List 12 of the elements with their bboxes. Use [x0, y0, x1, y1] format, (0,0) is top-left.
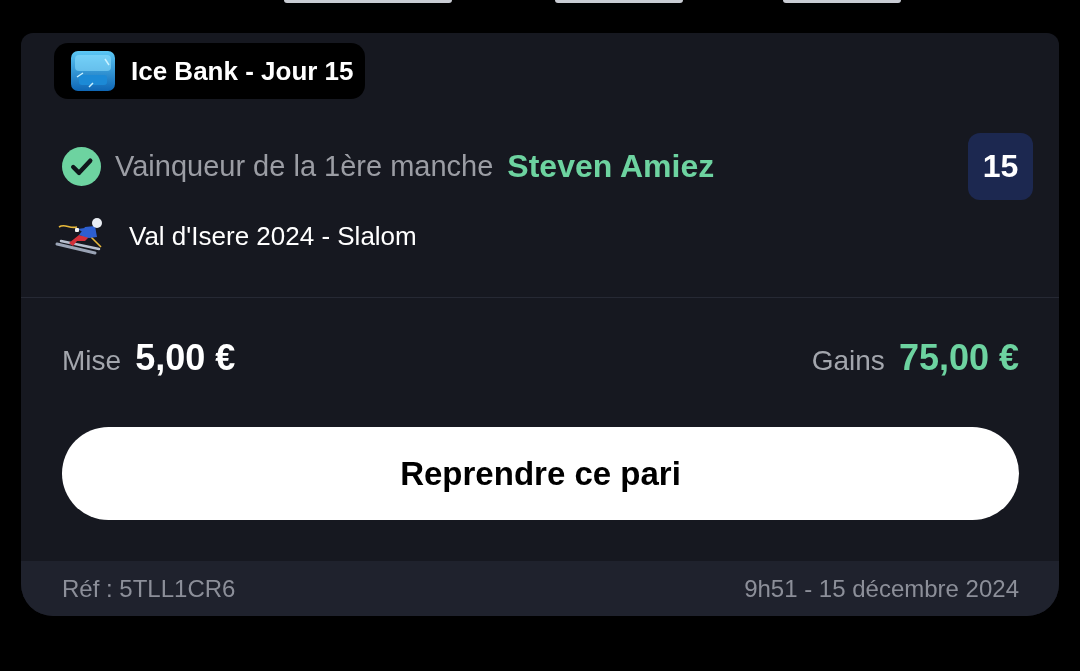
rebet-button[interactable]: Reprendre ce pari [62, 427, 1019, 520]
winnings-amount: 75,00 € [898, 337, 1019, 379]
stake-label: Mise [62, 345, 122, 377]
odds-badge: 15 [968, 133, 1033, 200]
competition-title: Ice Bank - Jour 15 [131, 55, 354, 87]
winnings-label: Gains [811, 345, 885, 377]
stake-amount: 5,00 € [135, 337, 236, 379]
event-name: Val d'Isere 2024 - Slalom [129, 220, 417, 252]
bet-reference: Réf : 5TLL1CR6 [62, 574, 236, 603]
selection-name: Steven Amiez [507, 148, 715, 185]
bet-date: 9h51 - 15 décembre 2024 [744, 574, 1019, 603]
market-label: Vainqueur de la 1ère manche [115, 150, 494, 183]
